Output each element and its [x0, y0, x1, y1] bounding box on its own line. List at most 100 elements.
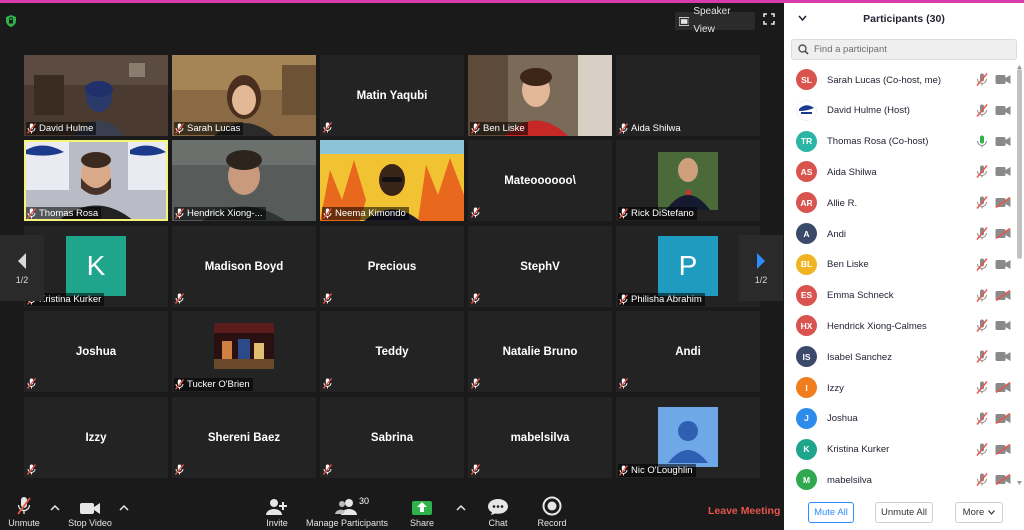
scrollbar-thumb[interactable] — [1017, 69, 1022, 259]
microphone-muted-icon[interactable] — [976, 319, 988, 333]
record-label: Record — [537, 518, 567, 528]
more-button[interactable]: More — [955, 502, 1003, 523]
video-camera-off-icon[interactable] — [995, 474, 1011, 486]
video-tile[interactable]: K Kristina Kurker — [24, 226, 168, 307]
video-tile[interactable]: Hendrick Xiong-... — [172, 140, 316, 221]
video-tile[interactable]: Sabrina — [320, 397, 464, 478]
chat-bubble-icon — [488, 499, 508, 515]
encryption-shield-icon[interactable] — [6, 15, 16, 27]
participant-row[interactable]: BL Ben Liske — [784, 250, 1018, 280]
microphone-muted-icon — [471, 123, 480, 134]
fullscreen-icon[interactable] — [763, 13, 775, 25]
profile-avatar: K — [66, 236, 126, 296]
video-camera-icon[interactable] — [995, 351, 1011, 362]
video-tile[interactable]: Natalie Bruno — [468, 311, 612, 392]
microphone-muted-icon[interactable] — [976, 442, 988, 456]
video-tile[interactable]: Mateoooooo\ — [468, 140, 612, 221]
video-camera-off-icon[interactable] — [995, 443, 1011, 455]
participant-row[interactable]: HX Hendrick Xiong-Calmes — [784, 311, 1018, 341]
host-logo-avatar — [796, 99, 817, 121]
participant-row[interactable]: SL Sarah Lucas (Co-host, me) — [784, 65, 1018, 95]
video-tile[interactable]: Joshua — [24, 311, 168, 392]
participant-name-label: Rick DiStefano — [618, 207, 697, 220]
participant-row[interactable]: I Izzy — [784, 373, 1018, 403]
participant-row-name: Allie R. — [827, 197, 858, 209]
video-camera-off-icon[interactable] — [995, 197, 1011, 209]
microphone-muted-icon[interactable] — [976, 473, 988, 487]
video-tile[interactable]: Teddy — [320, 311, 464, 392]
stop-video-button[interactable]: Stop Video — [64, 490, 116, 530]
mute-all-button[interactable]: Mute All — [808, 502, 854, 523]
video-camera-off-icon[interactable] — [995, 382, 1011, 393]
previous-page-button[interactable]: 1/2 — [0, 235, 44, 301]
leave-meeting-button[interactable]: Leave Meeting — [708, 505, 780, 517]
video-tile[interactable]: Madison Boyd — [172, 226, 316, 307]
participant-row[interactable]: AR Allie R. — [784, 188, 1018, 218]
video-camera-icon[interactable] — [995, 105, 1011, 116]
video-tile[interactable]: Shereni Baez — [172, 397, 316, 478]
add-person-icon — [266, 499, 287, 515]
video-options-caret-icon[interactable] — [119, 504, 129, 512]
video-camera-icon[interactable] — [995, 166, 1011, 177]
video-tile[interactable]: Neema Kimondo — [320, 140, 464, 221]
participant-row[interactable]: K Kristina Kurker — [784, 435, 1018, 465]
participant-row[interactable]: IS Isabel Sanchez — [784, 342, 1018, 372]
microphone-muted-icon[interactable] — [976, 411, 988, 425]
video-tile[interactable]: David Hulme — [24, 55, 168, 136]
participant-name: Madison Boyd — [204, 260, 284, 273]
participant-avatar: IS — [796, 346, 817, 368]
video-camera-off-icon[interactable] — [995, 289, 1011, 301]
microphone-muted-icon[interactable] — [976, 288, 988, 302]
video-tile[interactable]: StephV — [468, 226, 612, 307]
video-tile[interactable]: Rick DiStefano — [616, 140, 760, 221]
video-camera-off-icon[interactable] — [995, 412, 1011, 424]
video-tile[interactable]: mabelsilva — [468, 397, 612, 478]
video-camera-icon[interactable] — [995, 136, 1011, 147]
stop-video-label: Stop Video — [68, 518, 112, 528]
video-tile[interactable]: Tucker O'Brien — [172, 311, 316, 392]
microphone-muted-icon[interactable] — [976, 227, 988, 240]
video-tile[interactable]: Precious — [320, 226, 464, 307]
video-tile[interactable]: Izzy — [24, 397, 168, 478]
video-camera-icon[interactable] — [995, 74, 1011, 85]
next-page-button[interactable]: 1/2 — [739, 235, 783, 301]
audio-options-caret-icon[interactable] — [50, 504, 60, 512]
microphone-muted-icon[interactable] — [976, 350, 988, 364]
video-camera-icon[interactable] — [995, 259, 1011, 270]
unmute-button[interactable]: Unmute — [6, 490, 42, 530]
microphone-muted-icon[interactable] — [976, 381, 988, 394]
microphone-icon[interactable] — [976, 135, 988, 148]
participant-search[interactable] — [791, 39, 1017, 60]
participant-row[interactable]: J Joshua — [784, 404, 1018, 434]
participant-row[interactable]: David Hulme (Host) — [784, 96, 1018, 126]
video-camera-off-icon[interactable] — [995, 228, 1011, 239]
microphone-muted-icon[interactable] — [976, 257, 988, 271]
video-tile[interactable]: Aida Shilwa — [616, 55, 760, 136]
chat-button[interactable]: Chat — [484, 490, 512, 530]
record-button[interactable]: Record — [534, 490, 570, 530]
video-tile[interactable]: Nic O'Loughlin — [616, 397, 760, 478]
chevron-down-icon — [988, 510, 996, 515]
participant-row[interactable]: A Andi — [784, 219, 1018, 249]
speaker-view-button[interactable]: Speaker View — [675, 6, 755, 35]
microphone-muted-icon[interactable] — [976, 165, 988, 179]
video-tile[interactable]: Andi — [616, 311, 760, 392]
share-screen-button[interactable]: Share — [406, 490, 438, 530]
participant-row[interactable]: Mmabelsilva — [784, 465, 1018, 495]
video-tile[interactable]: Sarah Lucas — [172, 55, 316, 136]
unmute-all-button[interactable]: Unmute All — [875, 502, 933, 523]
microphone-muted-icon[interactable] — [976, 103, 988, 117]
participant-row[interactable]: ES Emma Schneck — [784, 281, 1018, 311]
manage-participants-button[interactable]: Manage Participants — [304, 490, 390, 530]
participant-row[interactable]: AS Aida Shilwa — [784, 157, 1018, 187]
video-camera-icon[interactable] — [995, 320, 1011, 331]
video-tile[interactable]: Thomas Rosa — [24, 140, 168, 221]
microphone-muted-icon[interactable] — [976, 196, 988, 210]
video-tile[interactable]: Matin Yaqubi — [320, 55, 464, 136]
participant-row[interactable]: TR Thomas Rosa (Co-host) — [784, 127, 1018, 157]
search-input[interactable] — [814, 44, 1004, 55]
invite-button[interactable]: Invite — [262, 490, 292, 530]
video-tile[interactable]: Ben Liske — [468, 55, 612, 136]
microphone-muted-icon[interactable] — [976, 73, 988, 86]
share-options-caret-icon[interactable] — [456, 504, 466, 512]
